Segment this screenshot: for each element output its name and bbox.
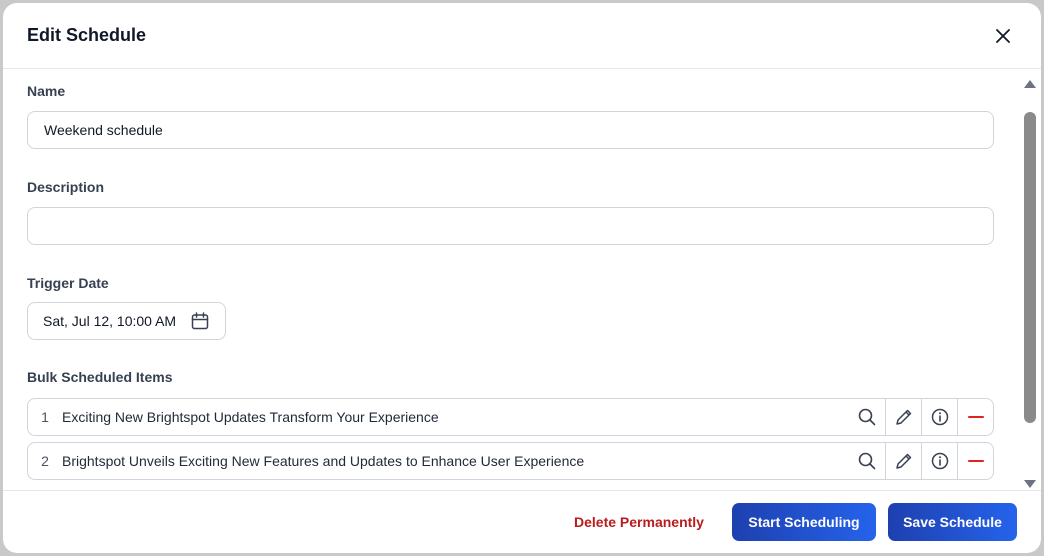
dialog-body: Name Description Trigger Date Sat, Jul 1… [3,70,1041,490]
scroll-thumb[interactable] [1024,112,1036,423]
dialog-footer: Delete Permanently Start Scheduling Save… [3,490,1041,553]
search-icon [858,408,876,426]
description-input[interactable] [27,207,994,245]
item-number: 2 [41,453,49,469]
info-icon [931,452,948,470]
minus-icon [967,460,984,462]
calendar-icon [191,311,211,331]
remove-button[interactable] [957,443,993,479]
edit-schedule-dialog: Edit Schedule Name Description Trigger D… [3,3,1041,553]
dialog-header: Edit Schedule [3,3,1041,69]
info-button[interactable] [921,399,957,435]
search-button[interactable] [849,399,885,435]
name-input[interactable] [27,111,994,149]
pencil-icon [895,409,911,425]
item-title: Brightspot Unveils Exciting New Features… [62,453,585,469]
pencil-icon [895,453,911,469]
minus-icon [967,416,984,418]
trigger-date-value: Sat, Jul 12, 10:00 AM [43,313,177,329]
bulk-item-row: 1 Exciting New Brightspot Updates Transf… [27,398,994,436]
scroll-down-arrow[interactable] [1024,480,1036,488]
description-label: Description [27,179,105,195]
bulk-items-label: Bulk Scheduled Items [27,369,173,385]
scroll-up-arrow[interactable] [1024,80,1036,88]
delete-permanently-button[interactable]: Delete Permanently [559,503,719,541]
vertical-scrollbar[interactable] [1023,78,1037,488]
edit-button[interactable] [885,399,921,435]
item-title: Exciting New Brightspot Updates Transfor… [62,409,439,425]
search-icon [858,452,876,470]
dialog-title: Edit Schedule [27,25,147,45]
close-icon [996,29,1010,43]
edit-button[interactable] [885,443,921,479]
trigger-date-picker[interactable]: Sat, Jul 12, 10:00 AM [27,302,226,340]
info-icon [931,408,948,426]
bulk-item-row: 2 Brightspot Unveils Exciting New Featur… [27,442,994,480]
trigger-date-label: Trigger Date [27,275,109,291]
search-button[interactable] [849,443,885,479]
name-label: Name [27,83,66,99]
start-scheduling-button[interactable]: Start Scheduling [732,503,876,541]
close-button[interactable] [993,26,1013,46]
remove-button[interactable] [957,399,993,435]
item-number: 1 [41,409,49,425]
save-schedule-button[interactable]: Save Schedule [888,503,1017,541]
info-button[interactable] [921,443,957,479]
